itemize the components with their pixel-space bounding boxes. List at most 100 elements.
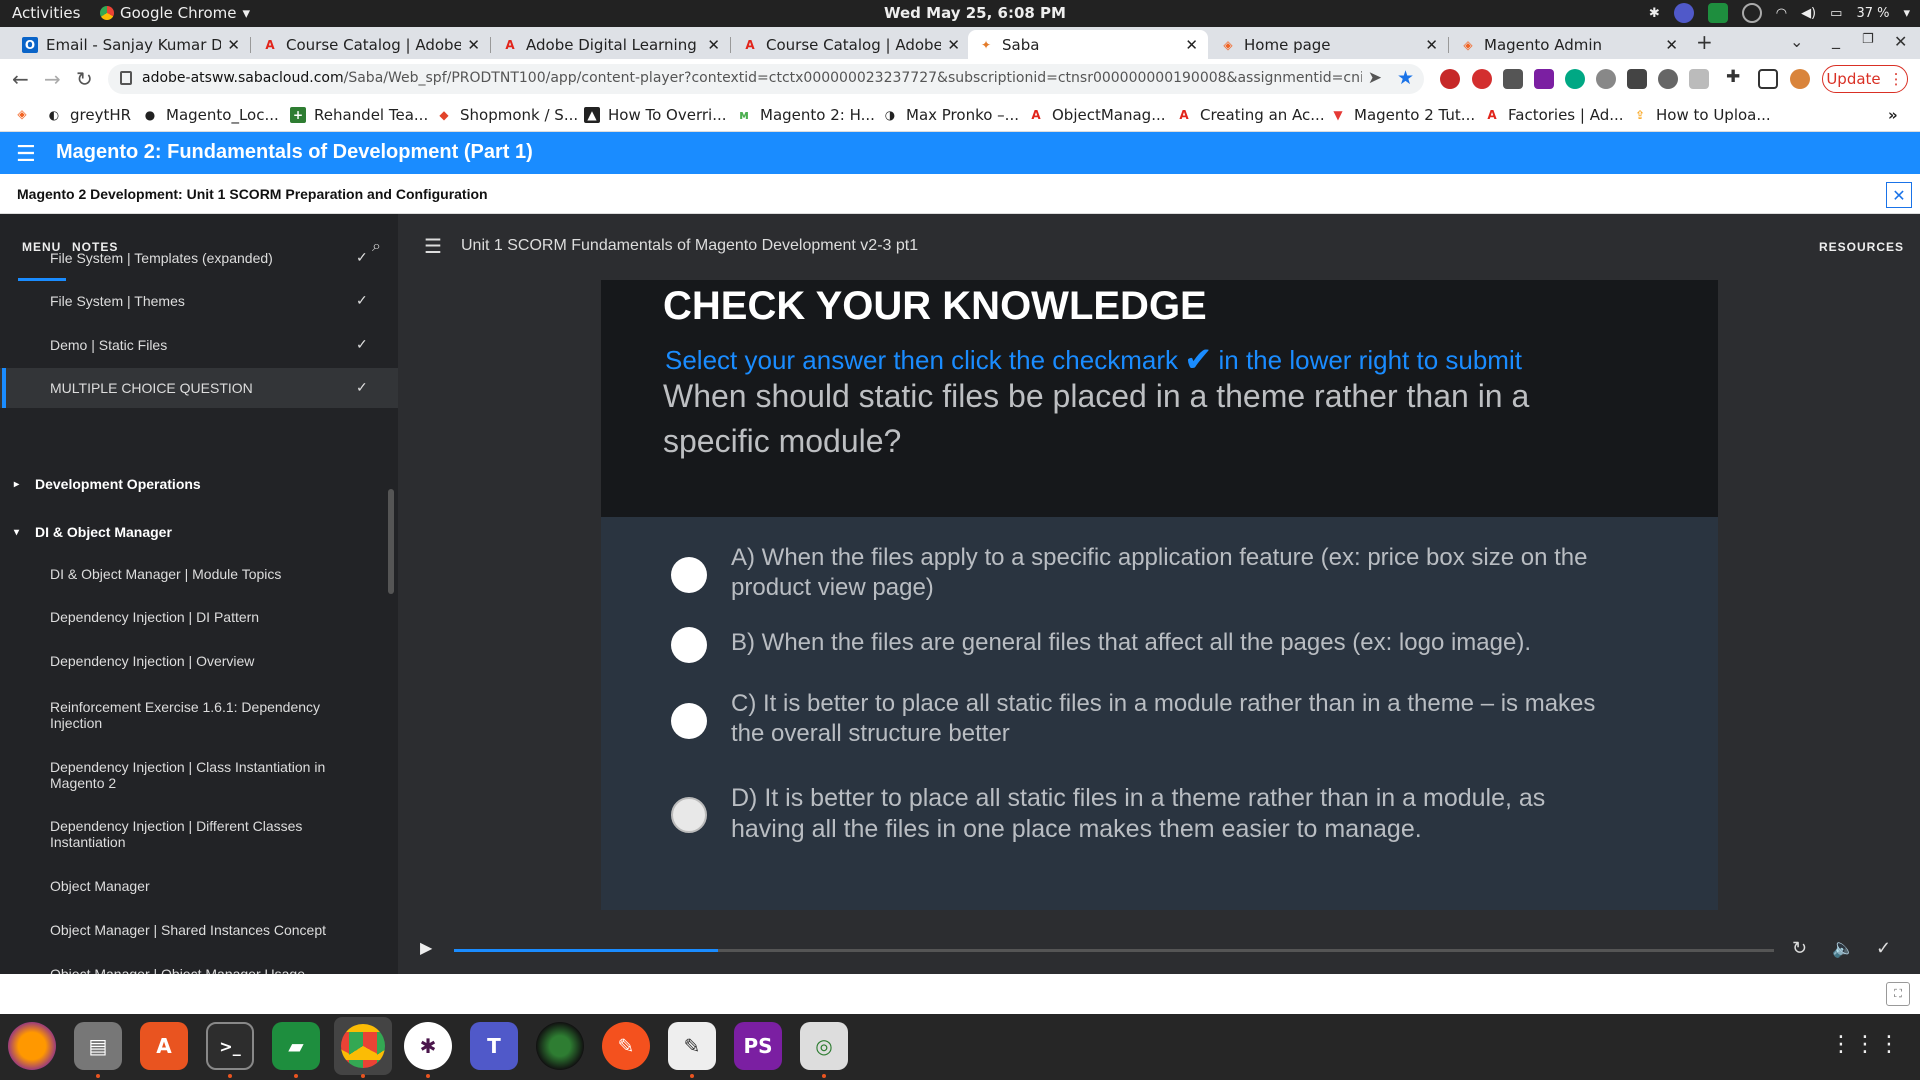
new-tab-button[interactable]: + xyxy=(1696,30,1713,54)
sidebar-item[interactable]: Object Manager | Shared Instances Concep… xyxy=(0,922,398,958)
sidebar-item[interactable]: Dependency Injection | DI Pattern xyxy=(0,609,398,645)
fullscreen-icon[interactable]: ⛶ xyxy=(1886,982,1910,1006)
tab-course-catalog[interactable]: A Course Catalog | Adobe D ✕ xyxy=(252,30,490,59)
chrome-icon[interactable] xyxy=(334,1017,392,1075)
chevron-down-icon[interactable]: ▾ xyxy=(1903,6,1910,21)
bookmark-creating-an-ac[interactable]: A Creating an Ac... xyxy=(1176,106,1324,124)
answer-option-b[interactable]: B) When the files are general files that… xyxy=(601,625,1718,675)
teams-icon[interactable]: T xyxy=(470,1022,518,1070)
sync-tray-icon[interactable] xyxy=(1741,3,1762,23)
progress-bar[interactable] xyxy=(454,949,1774,952)
close-tab-icon[interactable]: ✕ xyxy=(947,36,960,54)
extension-square-icon[interactable] xyxy=(1627,69,1647,89)
slack-tray-icon[interactable]: ✱ xyxy=(1649,6,1660,21)
draw-icon[interactable]: ✎ xyxy=(602,1022,650,1070)
side-panel-icon[interactable] xyxy=(1758,69,1778,89)
sidebar-item[interactable]: DI & Object Manager | Module Topics xyxy=(0,566,398,602)
sidebar-item[interactable]: File System | Templates (expanded) ✓ xyxy=(0,238,398,278)
viewer-icon[interactable]: ◎ xyxy=(800,1022,848,1070)
bookmark-objectmanager[interactable]: A ObjectManag... xyxy=(1028,106,1165,124)
sidebar-item[interactable]: File System | Themes ✓ xyxy=(0,281,398,321)
sidebar-item[interactable]: Reinforcement Exercise 1.6.1: Dependency… xyxy=(0,699,398,739)
adblock-icon[interactable] xyxy=(1472,69,1492,89)
extension-gear-icon[interactable] xyxy=(1596,69,1616,89)
resources-button[interactable]: RESOURCES xyxy=(1819,240,1904,254)
battery-icon[interactable]: ▭ xyxy=(1830,6,1842,21)
sidebar-item[interactable]: Dependency Injection | Class Instantiati… xyxy=(0,759,398,799)
lock-icon[interactable] xyxy=(120,71,132,85)
answer-option-a[interactable]: A) When the files apply to a specific ap… xyxy=(601,539,1718,609)
forward-icon[interactable]: → xyxy=(44,67,61,91)
camera-icon[interactable] xyxy=(536,1022,584,1070)
puzzle-icon[interactable]: ✚ xyxy=(1726,67,1746,87)
show-apps-icon[interactable]: ⋮⋮⋮ xyxy=(1830,1032,1902,1057)
files-icon[interactable]: ▤ xyxy=(74,1022,122,1070)
bookmark-shopmonk[interactable]: ◆ Shopmonk / S... xyxy=(436,106,578,124)
address-bar[interactable]: adobe-atsww.sabacloud.com/Saba/Web_spf/P… xyxy=(108,64,1424,94)
close-tab-icon[interactable]: ✕ xyxy=(227,36,240,54)
app-menu[interactable]: Google Chrome ▾ xyxy=(100,4,250,22)
bookmark-max-pronko[interactable]: ◑ Max Pronko –... xyxy=(882,106,1019,124)
replay-icon[interactable]: ↻ xyxy=(1792,938,1807,959)
bookmark-how-to-upload[interactable]: ⇪ How to Uploa... xyxy=(1632,106,1771,124)
answer-option-c[interactable]: C) It is better to place all static file… xyxy=(601,689,1718,759)
avatar[interactable] xyxy=(1790,69,1810,89)
reload-icon[interactable]: ↻ xyxy=(76,67,93,91)
tab-adobe-learning[interactable]: A Adobe Digital Learning Se ✕ xyxy=(492,30,730,59)
radio-button[interactable] xyxy=(671,557,707,593)
minimize-icon[interactable]: _ xyxy=(1832,30,1840,49)
clock[interactable]: Wed May 25, 6:08 PM xyxy=(884,4,1066,22)
close-tab-icon[interactable]: ✕ xyxy=(1425,36,1438,54)
send-icon[interactable]: ➤ xyxy=(1368,68,1382,88)
sidebar-item[interactable]: Object Manager | Object Manager Usage xyxy=(0,966,398,974)
extension-link-icon[interactable] xyxy=(1689,69,1709,89)
bookmark-rehandel[interactable]: + Rehandel Tea... xyxy=(290,106,428,124)
volume-icon[interactable]: ◀) xyxy=(1801,6,1816,21)
activities-button[interactable]: Activities xyxy=(12,4,80,22)
extension-heart-icon[interactable] xyxy=(1440,69,1460,89)
teams-tray-icon[interactable] xyxy=(1673,3,1694,23)
submit-checkmark-icon[interactable]: ✓ xyxy=(1876,938,1891,959)
bookmark-apps[interactable]: ◈ xyxy=(14,106,38,122)
tab-course-catalog-2[interactable]: A Course Catalog | Adobe D ✕ xyxy=(732,30,970,59)
close-window-icon[interactable]: ✕ xyxy=(1894,32,1907,51)
radio-button[interactable] xyxy=(671,627,707,663)
url-text[interactable]: adobe-atsww.sabacloud.com/Saba/Web_spf/P… xyxy=(142,70,1362,86)
section-di-object-manager[interactable]: ▾ DI & Object Manager xyxy=(0,524,398,544)
extension-cog-icon[interactable] xyxy=(1658,69,1678,89)
sidebar-scrollbar[interactable] xyxy=(388,489,394,594)
update-button[interactable]: Update ⋮ xyxy=(1822,65,1908,93)
hamburger-menu-icon[interactable]: ☰ xyxy=(16,142,36,167)
play-icon[interactable]: ▶ xyxy=(420,938,432,958)
wifi-icon[interactable]: ◠ xyxy=(1776,6,1787,21)
section-development-operations[interactable]: ▸ Development Operations xyxy=(0,476,398,496)
radio-button[interactable] xyxy=(671,703,707,739)
sidebar-item[interactable]: Dependency Injection | Different Classes… xyxy=(0,818,398,858)
close-tab-icon[interactable]: ✕ xyxy=(707,36,720,54)
answer-option-d[interactable]: D) It is better to place all static file… xyxy=(601,783,1718,853)
firefox-icon[interactable] xyxy=(8,1022,56,1070)
close-tab-icon[interactable]: ✕ xyxy=(467,36,480,54)
bookmark-greythr[interactable]: ◐ greytHR xyxy=(46,106,131,124)
bookmark-how-to-override[interactable]: ▲ How To Overri... xyxy=(584,106,727,124)
bookmark-star-icon[interactable]: ★ xyxy=(1397,67,1414,89)
chat-icon[interactable]: ▰ xyxy=(272,1022,320,1070)
terminal-icon[interactable]: >_ xyxy=(206,1022,254,1070)
toc-menu-icon[interactable]: ☰ xyxy=(424,234,442,259)
bookmarks-overflow-icon[interactable]: » xyxy=(1888,106,1898,124)
tab-magento-admin[interactable]: ◈ Magento Admin ✕ xyxy=(1450,30,1688,59)
system-tray[interactable]: ✱ ◠ ◀) ▭ 37 % ▾ xyxy=(1649,3,1910,23)
text-editor-icon[interactable]: ✎ xyxy=(668,1022,716,1070)
maximize-icon[interactable]: ❐ xyxy=(1862,32,1874,47)
tab-saba[interactable]: ✦ Saba ✕ xyxy=(968,30,1208,59)
tab-home-page[interactable]: ◈ Home page ✕ xyxy=(1210,30,1448,59)
phpstorm-icon[interactable]: PS xyxy=(734,1022,782,1070)
sidebar-item-active[interactable]: MULTIPLE CHOICE QUESTION ✓ xyxy=(0,368,398,408)
volume-icon[interactable]: 🔈 xyxy=(1832,938,1854,959)
sidebar-item[interactable]: Demo | Static Files ✓ xyxy=(0,325,398,365)
bookmark-magento-2-tut[interactable]: ▼ Magento 2 Tut... xyxy=(1330,106,1475,124)
extension-calendar-icon[interactable] xyxy=(1503,69,1523,89)
software-icon[interactable]: A xyxy=(140,1022,188,1070)
extension-st-icon[interactable] xyxy=(1534,69,1554,89)
close-player-button[interactable]: ✕ xyxy=(1886,182,1912,208)
